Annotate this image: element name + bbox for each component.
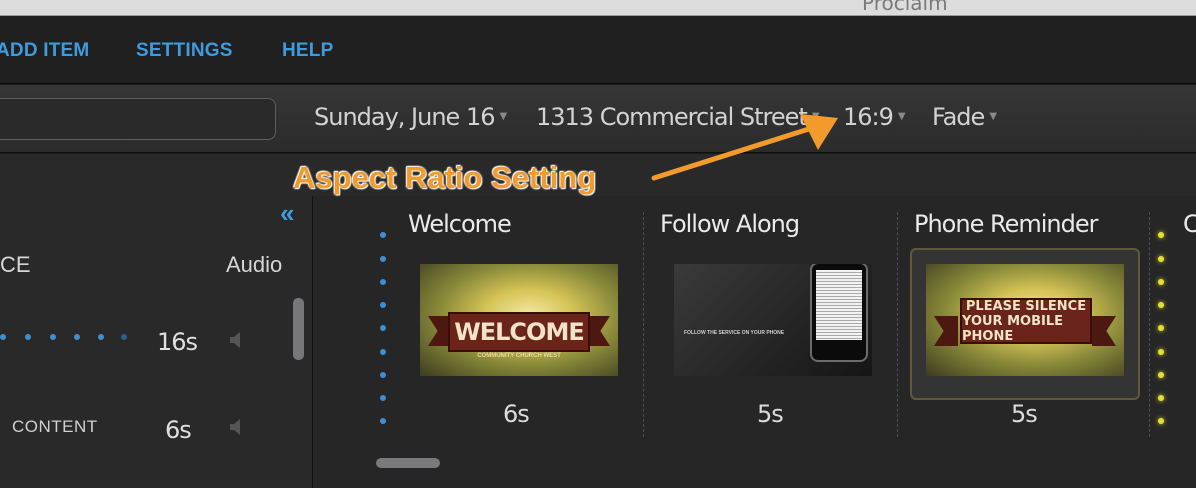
slide-duration: 5s [757, 400, 784, 428]
horizontal-scrollbar[interactable] [376, 458, 440, 468]
menu-settings[interactable]: SETTINGS [136, 40, 233, 62]
banner: PLEASE SILENCE YOUR MOBILE PHONE [960, 298, 1092, 344]
phone-image [810, 264, 868, 362]
slide-title: Phone Reminder [914, 210, 1098, 238]
slide-thumbnail-follow-along[interactable]: FOLLOW THE SERVICE ON YOUR PHONE [674, 264, 872, 376]
slide-title: C [1183, 210, 1196, 238]
thumbnail-text: FOLLOW THE SERVICE ON YOUR PHONE [684, 330, 785, 336]
collapse-left-icon[interactable]: « [280, 200, 294, 226]
panel-column-header: CE [0, 252, 31, 277]
slide-title: Welcome [408, 210, 512, 238]
slide-thumbnail-phone-reminder[interactable]: PLEASE SILENCE YOUR MOBILE PHONE [926, 264, 1124, 376]
item-duration: 16s [157, 328, 198, 356]
search-input[interactable] [0, 98, 276, 140]
banner: WELCOME [448, 312, 590, 352]
audio-column-header: Audio [226, 252, 283, 277]
transition-dropdown[interactable]: Fade ▼ [932, 103, 997, 131]
date-label: Sunday, June 16 [314, 103, 495, 131]
slide-duration: 5s [1011, 400, 1038, 428]
service-toolbar: Sunday, June 16 ▼ 1313 Commercial Street ▼… [0, 85, 1196, 153]
location-label: 1313 Commercial Street [536, 103, 808, 131]
slide-separator [1149, 212, 1150, 437]
chevron-down-icon: ▼ [499, 111, 508, 122]
chevron-down-icon: ▼ [989, 111, 998, 122]
slide-duration: 6s [503, 400, 530, 428]
aspect-ratio-label: 16:9 [843, 103, 894, 131]
slide-separator [643, 212, 644, 437]
banner-text-line2: YOUR MOBILE PHONE [962, 313, 1063, 344]
transition-label: Fade [932, 103, 985, 131]
location-dropdown[interactable]: 1313 Commercial Street ▼ [536, 103, 820, 131]
date-dropdown[interactable]: Sunday, June 16 ▼ [314, 103, 507, 131]
speaker-icon[interactable] [230, 419, 242, 435]
panel-header-band [0, 154, 1196, 196]
chevron-down-icon: ▼ [811, 111, 820, 122]
banner-subtitle: COMMUNITY CHURCH WEST [477, 353, 561, 359]
banner-text: WELCOME [454, 318, 584, 346]
item-duration: 6s [165, 416, 192, 444]
window-title: Proclaim [862, 0, 948, 15]
slide-title: Follow Along [660, 210, 800, 238]
slides-panel: Welcome WELCOME COMMUNITY CHURCH WEST 6s… [313, 196, 1196, 488]
slide-separator [897, 212, 898, 437]
vertical-scrollbar[interactable] [293, 298, 304, 360]
menu-bar: ADD ITEM SETTINGS HELP [0, 16, 1196, 84]
slide-thumbnail-welcome[interactable]: WELCOME COMMUNITY CHURCH WEST [420, 264, 618, 376]
chevron-down-icon: ▼ [897, 111, 906, 122]
menu-help[interactable]: HELP [282, 40, 333, 62]
item-label: CONTENT [12, 417, 98, 436]
window-titlebar: Proclaim [0, 0, 1196, 16]
aspect-ratio-dropdown[interactable]: 16:9 ▼ [843, 103, 906, 131]
annotation-callout: Aspect Ratio Setting [293, 160, 597, 195]
service-items-panel: « CE Audio 16s CONTENT 6s [0, 196, 313, 488]
speaker-icon[interactable] [230, 332, 242, 348]
banner-text-line1: PLEASE SILENCE [965, 298, 1087, 314]
menu-add-item[interactable]: ADD ITEM [0, 40, 89, 62]
